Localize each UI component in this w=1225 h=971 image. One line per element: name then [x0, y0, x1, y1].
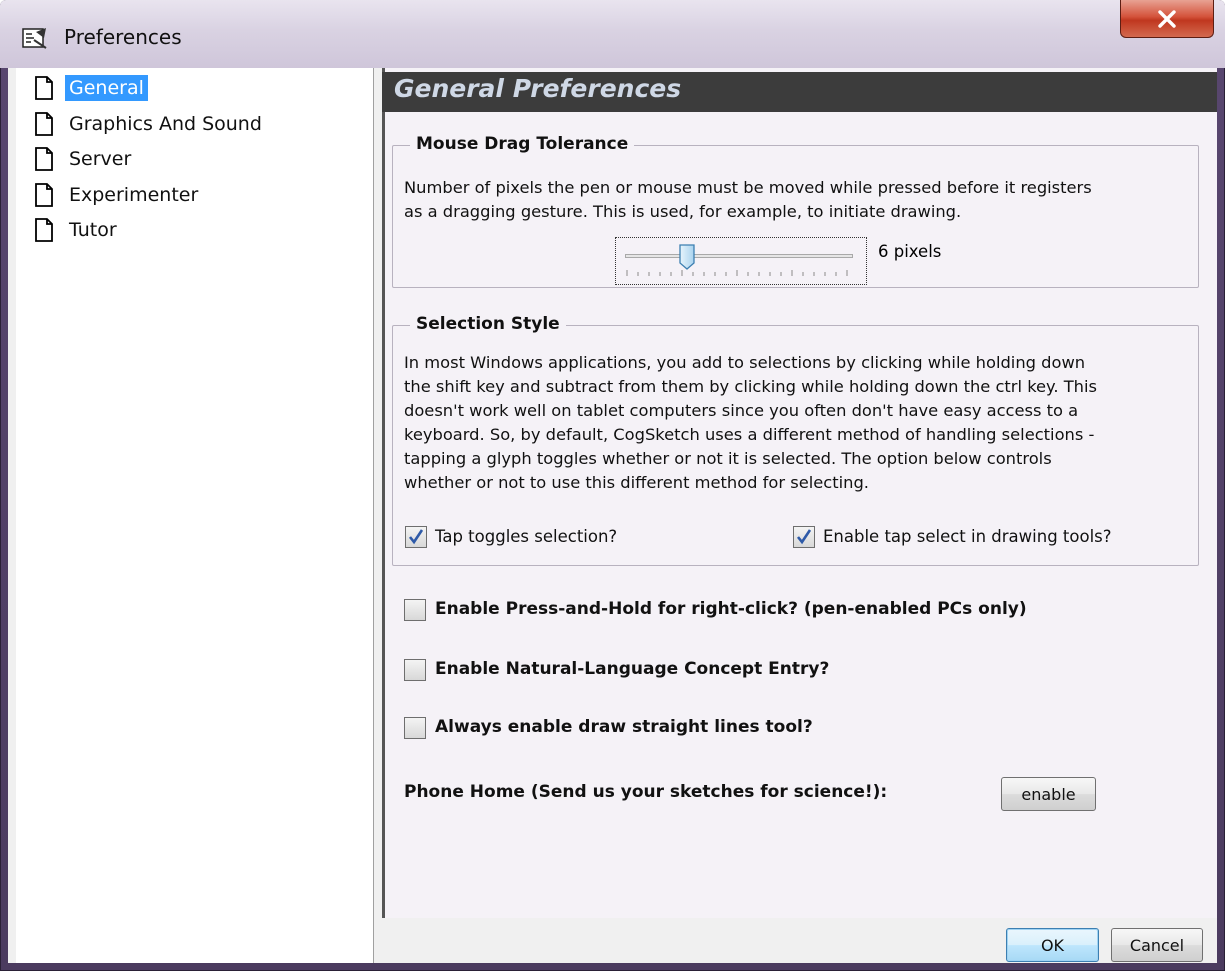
- close-button[interactable]: [1120, 0, 1214, 38]
- panel-title: General Preferences: [394, 74, 682, 103]
- tree-item-tutor[interactable]: Tutor: [34, 214, 121, 246]
- document-icon: [35, 183, 53, 207]
- tree-item-label: General: [65, 75, 148, 101]
- description-text: keyboard. So, by default, CogSketch uses…: [404, 425, 1095, 444]
- document-icon: [35, 218, 53, 242]
- group-title: Mouse Drag Tolerance: [410, 134, 635, 154]
- description-text: the shift key and subtract from them by …: [404, 377, 1097, 396]
- tree-item-label: Experimenter: [69, 184, 199, 206]
- tap-select-drawing-tools-checkbox[interactable]: [793, 526, 815, 548]
- tree-item-graphics-and-sound[interactable]: Graphics And Sound: [34, 108, 266, 140]
- document-icon: [35, 76, 53, 100]
- press-and-hold-label[interactable]: Enable Press-and-Hold for right-click? (…: [435, 599, 1027, 619]
- tree-item-label: Graphics And Sound: [69, 113, 262, 135]
- tree-item-label: Server: [69, 148, 132, 170]
- press-and-hold-checkbox[interactable]: [404, 599, 426, 621]
- tree-item-experimenter[interactable]: Experimenter: [34, 179, 202, 211]
- description-text: whether or not to use this different met…: [404, 473, 869, 492]
- phone-home-label: Phone Home (Send us your sketches for sc…: [404, 782, 888, 802]
- description-text: Number of pixels the pen or mouse must b…: [404, 178, 1092, 197]
- phone-home-enable-button[interactable]: enable: [1001, 777, 1096, 811]
- document-icon: [35, 147, 53, 171]
- tap-toggles-selection-label[interactable]: Tap toggles selection?: [435, 527, 617, 546]
- window-title: Preferences: [64, 25, 182, 49]
- description-text: as a dragging gesture. This is used, for…: [404, 202, 962, 221]
- group-title: Selection Style: [410, 314, 566, 334]
- description-text: In most Windows applications, you add to…: [404, 353, 1086, 372]
- tap-select-drawing-tools-label[interactable]: Enable tap select in drawing tools?: [823, 527, 1112, 546]
- check-icon: [796, 529, 812, 545]
- tree-item-label: Tutor: [69, 219, 117, 241]
- slider-thumb[interactable]: [679, 244, 695, 270]
- check-icon: [408, 529, 424, 545]
- slider-ticks: [626, 270, 848, 276]
- cancel-button[interactable]: Cancel: [1111, 928, 1203, 962]
- ok-button[interactable]: OK: [1006, 928, 1099, 962]
- description-text: doesn't work well on tablet computers si…: [404, 401, 1079, 420]
- natural-language-checkbox[interactable]: [404, 659, 426, 681]
- slider-value-label: 6 pixels: [878, 242, 942, 261]
- straight-lines-checkbox[interactable]: [404, 717, 426, 739]
- description-text: tapping a glyph toggles whether or not i…: [404, 449, 1052, 468]
- document-icon: [35, 112, 53, 136]
- splitter[interactable]: [374, 68, 382, 963]
- title-bar[interactable]: [0, 0, 1225, 68]
- natural-language-label[interactable]: Enable Natural-Language Concept Entry?: [435, 659, 829, 679]
- tap-toggles-selection-checkbox[interactable]: [405, 526, 427, 548]
- close-icon: [1158, 9, 1176, 28]
- straight-lines-label[interactable]: Always enable draw straight lines tool?: [435, 717, 813, 737]
- tree-item-general[interactable]: General: [34, 72, 148, 104]
- tree-item-server[interactable]: Server: [34, 143, 135, 175]
- preferences-app-icon: [22, 28, 47, 49]
- slider-track: [625, 254, 853, 258]
